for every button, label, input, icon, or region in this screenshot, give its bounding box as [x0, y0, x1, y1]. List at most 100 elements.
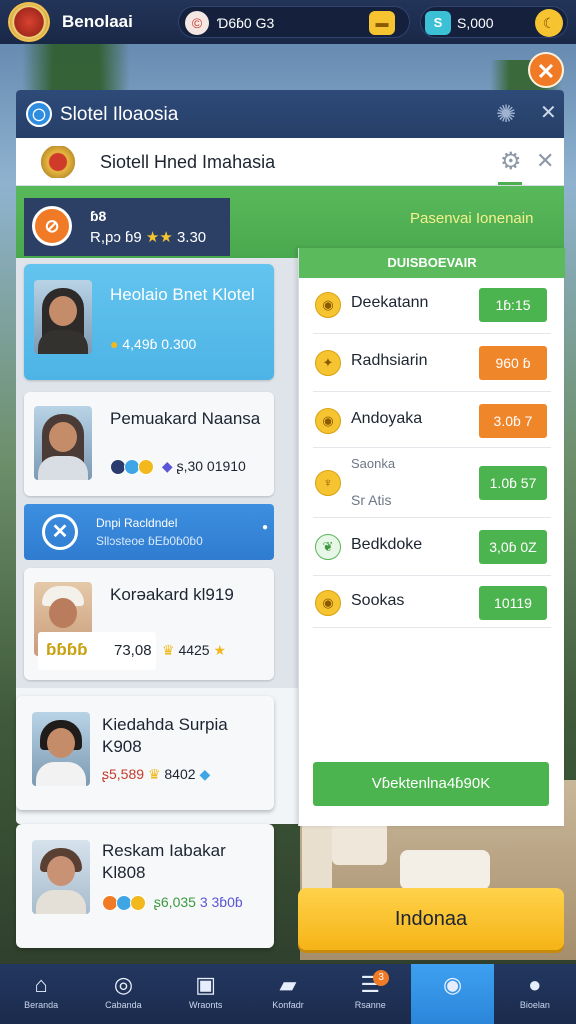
avatar — [32, 840, 90, 914]
notification-badge: 3 — [373, 970, 390, 986]
nav-label: Rsanne — [354, 1000, 386, 1010]
staff-stat-value-2: 3 3ɓ0ɓ — [199, 894, 243, 910]
list-item[interactable]: Pemuakard Naansa ◆ ʂ,30 01910 — [24, 392, 274, 496]
nav-label: Wraonts — [189, 1000, 223, 1010]
bottom-nav: ⌂ Beranda ◎ Cabanda ▣ Wraonts ▰ Konfadr … — [0, 964, 576, 1024]
nav-item-folder[interactable]: ▰ Konfadr — [247, 964, 329, 1024]
staff-stat-value: ʂ5,589 — [102, 766, 145, 782]
staff-stat: ◆ ʂ,30 01910 — [110, 458, 246, 476]
row-value-badge[interactable]: 3,0ɓ 0Z — [479, 530, 547, 564]
promo-title: Dnpi Racldndel — [96, 516, 178, 530]
staff-name: Heolaio Bnet Klotel — [110, 285, 255, 304]
row-value-badge[interactable]: 1ɓ:15 — [479, 288, 547, 322]
home-icon: ⌂ — [34, 972, 48, 997]
list-item[interactable]: Korəakard kl919 ɓɓɓɓ 73,08 ♛ 4425 ★ — [24, 568, 274, 680]
star-icon: ★ — [213, 642, 227, 658]
coin-icon: ◉ — [315, 590, 341, 616]
panel-subtitle: Siotell Hned Imahasia — [100, 152, 276, 172]
staff-name: Pemuakard Naansa — [110, 409, 261, 428]
gem-amount: S,000 — [457, 15, 494, 31]
player-card[interactable]: ⊘ ɓ8 R,pɔ ɓ9 ★★ 3.30 — [24, 198, 230, 256]
nav-item-shield[interactable]: ◉ — [411, 964, 494, 1024]
add-gems-button[interactable]: ☾ — [535, 9, 563, 37]
emblem-icon — [40, 146, 76, 178]
calendar-icon: ▣ — [195, 972, 217, 997]
row-value-badge[interactable]: 960 ɓ — [479, 346, 547, 380]
search-icon: ◎ — [113, 972, 134, 997]
skill-badges — [110, 458, 154, 476]
leaf-icon: ❦ — [315, 534, 341, 560]
list-item[interactable]: ✦ Radhsiarin 960 ɓ — [313, 334, 551, 392]
list-item[interactable]: Heolaio Bnet Klotel ● 4,49ɓ 0.300 — [24, 264, 274, 380]
nav-item-list[interactable]: ☰ 3 Rsanne — [329, 964, 411, 1024]
background-chair — [332, 820, 387, 865]
list-item[interactable]: ◉ Andoyaka 3.0ɓ 7 — [313, 392, 551, 448]
settings-icon[interactable]: ⚙ — [500, 147, 522, 176]
shield-icon: ◆ — [199, 766, 211, 782]
list-item[interactable]: Reskam Iabakar Kl808 ʂ6,035 3 3ɓ0ɓ — [16, 824, 274, 948]
currency-pill-gems: S S,000 ☾ — [420, 6, 568, 38]
brand-name: Benolaai — [62, 12, 133, 31]
player-stars: ★★ — [145, 229, 173, 246]
staff-stat: ʂ5,589 ♛ 8402 ◆ — [102, 766, 210, 783]
row-value-badge[interactable]: 1.0ɓ 57 — [479, 466, 547, 500]
close-icon[interactable]: ✕ — [540, 100, 557, 125]
nav-item-search[interactable]: ◎ Cabanda — [82, 964, 164, 1024]
staff-stat-value: ʂ,30 01910 — [176, 458, 246, 474]
gem-icon: S — [425, 11, 451, 35]
stat-chip: ɓɓɓɓ 73,08 — [38, 632, 156, 670]
row-value-badge[interactable]: 10119 — [479, 586, 547, 620]
confirm-button[interactable]: Vɓektenlna4ɓ90K — [313, 762, 549, 806]
list-item[interactable]: ♆ Saonka Sr Atis 1.0ɓ 57 — [313, 448, 551, 518]
staff-stat: ● 4,49ɓ 0.300 — [110, 336, 196, 352]
player-stats-prefix: R,pɔ ɓ9 — [90, 229, 142, 246]
nav-item-drop[interactable]: ● Bioelan — [494, 964, 576, 1024]
avatar — [34, 406, 92, 480]
trophy-icon: ♆ — [315, 470, 341, 496]
background-lounger — [400, 850, 490, 890]
row-value-badge[interactable]: 3.0ɓ 7 — [479, 404, 547, 438]
stat-chip-value: ɓɓɓɓ — [46, 640, 88, 659]
panel-header: ◯ Slotel Iloaosia ✺ ✕ — [16, 90, 564, 138]
staff-stat-value: ʂ6,035 — [153, 894, 196, 910]
nav-item-calendar[interactable]: ▣ Wraonts — [165, 964, 247, 1024]
close-icon[interactable]: ✕ — [528, 52, 564, 88]
row-label: Andoyaka — [351, 410, 423, 427]
info-icon: ◯ — [26, 101, 52, 127]
staff-name: Korəakard kl919 — [110, 585, 234, 604]
coin-icon: ● — [110, 336, 119, 352]
list-item[interactable]: ◉ Deekatann 1ɓ:15 — [313, 278, 551, 334]
nav-item-home[interactable]: ⌂ Beranda — [0, 964, 82, 1024]
coin-icon: ◉ — [315, 292, 341, 318]
staff-list: Heolaio Bnet Klotel ● 4,49ɓ 0.300 Pemuak… — [16, 258, 298, 688]
gear-icon[interactable]: ✺ — [496, 100, 516, 129]
gem-icon: ◆ — [161, 458, 173, 474]
settings-indicator — [498, 182, 522, 185]
row-sublabel: Saonka — [351, 456, 396, 471]
staff-name: Kiedahda Surpia K908 — [102, 715, 228, 756]
list-item[interactable]: Kiedahda Surpia K908 ʂ5,589 ♛ 8402 ◆ — [16, 696, 274, 810]
game-logo[interactable] — [8, 2, 50, 42]
player-stats: R,pɔ ɓ9 ★★ 3.30 — [90, 228, 206, 246]
avatar — [34, 280, 92, 354]
panel-subheader: Siotell Hned Imahasia ⚙ ✕ — [16, 138, 564, 186]
panel-title: Slotel Iloaosia — [60, 104, 179, 125]
promo-subtitle: Sllɔsteoe ɓEɓ0ɓ0ɓ0 — [96, 534, 203, 548]
schedule-list: DUISBOEVAIR ◉ Deekatann 1ɓ:15 ✦ Radhsiar… — [298, 248, 565, 826]
row-label: Sr Atis — [351, 492, 392, 508]
folder-icon: ▰ — [279, 972, 297, 997]
row-label: Sookas — [351, 592, 405, 609]
list-item[interactable]: ❦ Bedkdoke 3,0ɓ 0Z — [313, 518, 551, 576]
staff-stat-value: 4,49ɓ 0.300 — [122, 336, 197, 352]
trophy-icon: ✦ — [315, 350, 341, 376]
list-item[interactable]: ◉ Sookas 10119 — [313, 576, 551, 628]
close-icon[interactable]: ✕ — [536, 148, 554, 174]
coin-amount: Ɗ6ɓ0 G3 — [217, 15, 275, 31]
row-label: Radhsiarin — [351, 352, 428, 369]
promo-arrow-icon: ● — [261, 522, 268, 533]
staff-stat-secondary: ♛ 4425 ★ — [162, 642, 226, 659]
add-coins-button[interactable]: ▬ — [369, 11, 395, 35]
primary-cta-button[interactable]: Indonaa — [298, 888, 564, 950]
promo-banner[interactable]: ✕ Dnpi Racldndel Sllɔsteoe ɓEɓ0ɓ0ɓ0 ● — [24, 504, 274, 560]
nav-label: Beranda — [24, 1000, 59, 1010]
